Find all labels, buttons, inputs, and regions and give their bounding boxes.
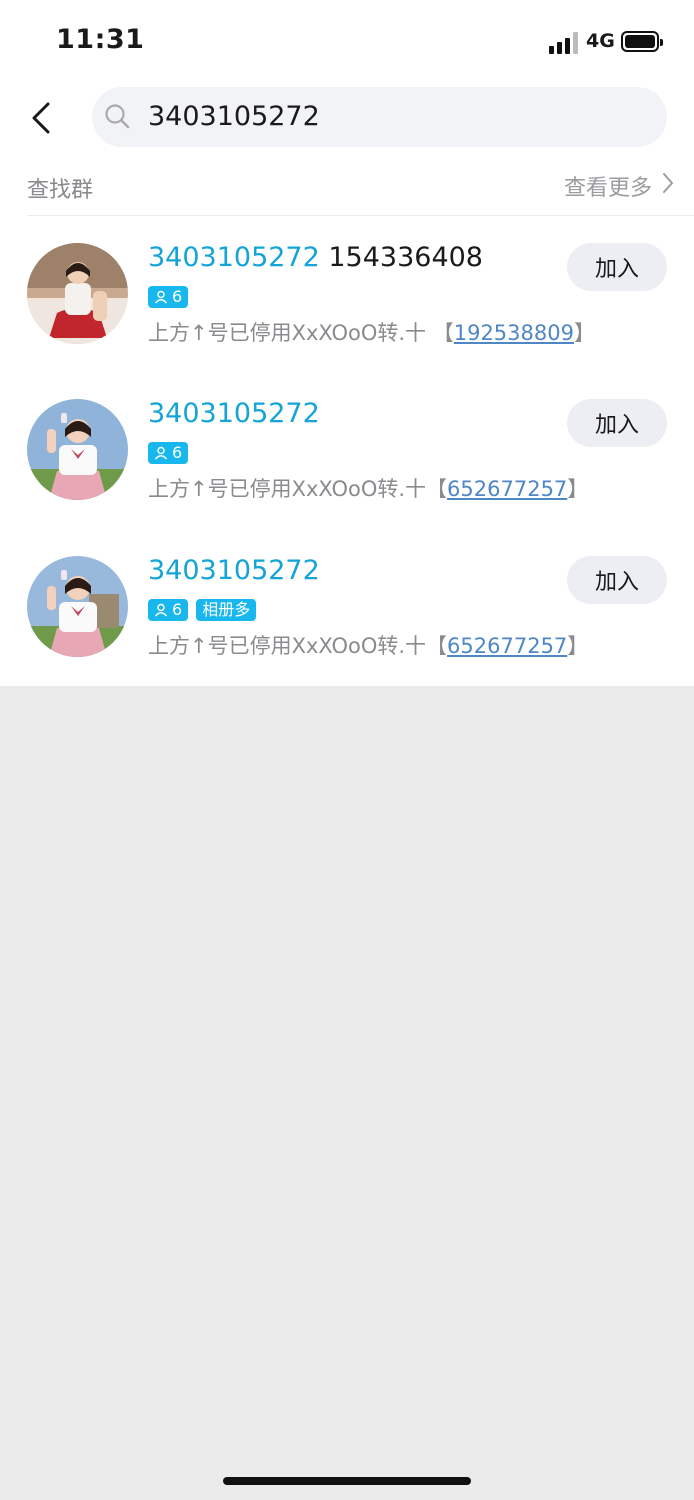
group-name: 3403105272 [148,398,320,429]
join-button[interactable]: 加入 [567,243,667,291]
chevron-right-icon [662,172,674,200]
group-description: 上方↑号已停用XxXOoO转.十【652677257】 [148,473,588,503]
description-suffix: 】 [567,477,589,501]
status-time: 11:31 [56,24,145,55]
join-button[interactable]: 加入 [567,399,667,447]
description-text: 上方↑号已停用XxXOoO转.十 【 [148,321,454,345]
member-count-badge: 6 [148,442,189,464]
search-query-text[interactable]: 3403105272 [148,101,320,132]
person-icon [154,446,168,460]
person-icon [154,290,168,304]
group-description: 上方↑号已停用XxXOoO转.十 【192538809】 [148,317,595,347]
list-item[interactable]: 3403105272 6 上方↑号已停用XxXOoO转.十【652677257】… [0,372,694,502]
group-name-match: 3403105272 [148,242,320,273]
group-name-match: 3403105272 [148,555,320,586]
group-number-link[interactable]: 652677257 [447,634,567,658]
group-name-match: 3403105272 [148,398,320,429]
group-name: 3403105272 [148,555,320,586]
member-count: 6 [172,443,183,462]
group-description: 上方↑号已停用XxXOoO转.十【652677257】 [148,630,588,660]
group-tags: 6 [148,286,189,308]
search-input[interactable]: 3403105272 [92,87,667,147]
group-name-rest: 154336408 [319,242,483,273]
album-tag: 相册多 [196,599,257,621]
view-more-label: 查看更多 [563,176,652,201]
person-icon [154,603,168,617]
group-name: 3403105272 154336408 [148,242,483,273]
avatar [27,399,128,500]
signal-icon [549,32,579,54]
group-tags: 6 [148,442,189,464]
avatar [27,243,128,344]
member-count-badge: 6 [148,286,189,308]
member-count-badge: 6 [148,599,189,621]
join-button[interactable]: 加入 [567,556,667,604]
group-tags: 6 相册多 [148,599,257,621]
description-suffix: 】 [573,321,595,345]
description-text: 上方↑号已停用XxXOoO转.十【 [148,634,448,658]
group-number-link[interactable]: 652677257 [447,477,567,501]
section-title: 查找群 [27,178,94,203]
group-number-link[interactable]: 192538809 [454,321,574,345]
list-item[interactable]: 3403105272 6 相册多 上方↑号已停用XxXOoO转.十【652677… [0,529,694,659]
description-suffix: 】 [567,634,589,658]
home-indicator[interactable] [223,1477,471,1485]
view-more-link[interactable]: 查看更多 [564,170,674,202]
search-icon [104,103,132,131]
description-text: 上方↑号已停用XxXOoO转.十【 [148,477,448,501]
member-count: 6 [172,600,183,619]
battery-icon [621,31,663,52]
avatar [27,556,128,657]
member-count: 6 [172,287,183,306]
list-item[interactable]: 3403105272 154336408 6 上方↑号已停用XxXOoO转.十 … [0,216,694,346]
back-arrow-icon[interactable] [26,100,58,136]
network-type: 4G [586,30,615,52]
